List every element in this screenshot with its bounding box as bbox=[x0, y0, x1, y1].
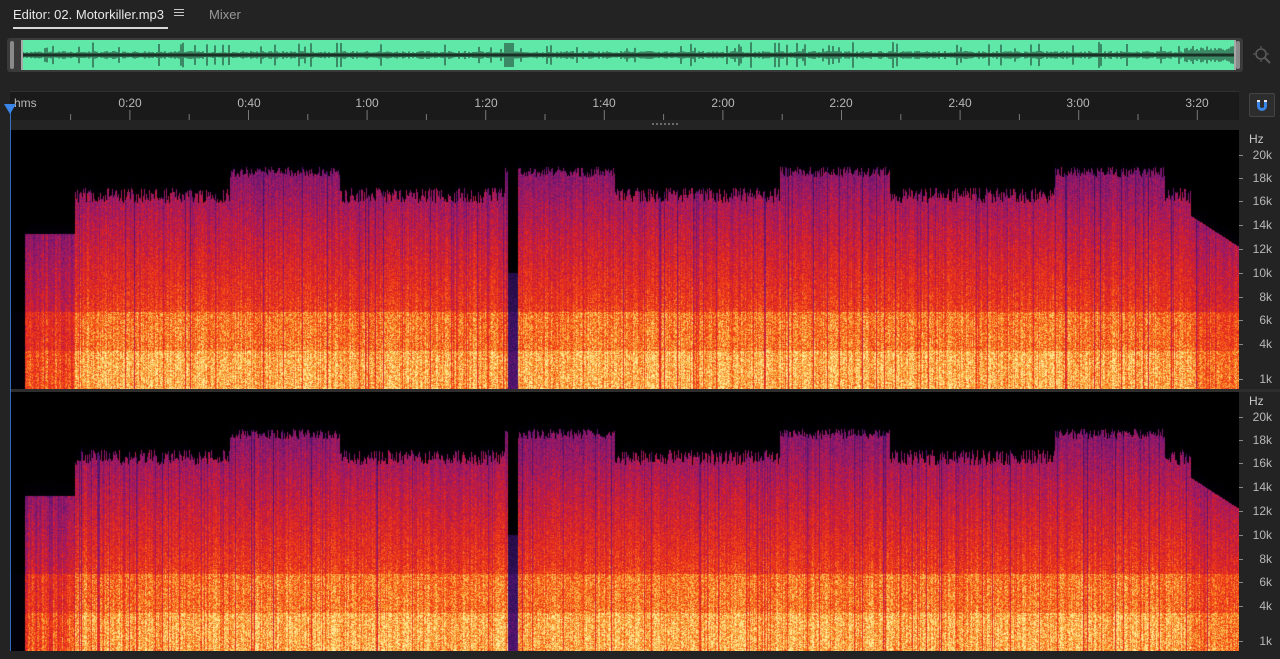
frequency-tick bbox=[1239, 249, 1243, 250]
frequency-tick bbox=[1239, 606, 1243, 607]
overview-right-handle[interactable] bbox=[1236, 41, 1240, 69]
frequency-label: 12k bbox=[1252, 504, 1272, 518]
frequency-label: 14k bbox=[1252, 218, 1272, 232]
frequency-label: 14k bbox=[1252, 480, 1272, 494]
hamburger-menu-icon[interactable] bbox=[174, 9, 184, 19]
overview-waveform bbox=[23, 42, 1234, 68]
ruler-mark: 1:40 bbox=[592, 96, 616, 110]
frequency-tick bbox=[1239, 344, 1243, 345]
ruler-mark: 0:20 bbox=[118, 96, 142, 110]
spectral-display-left-channel[interactable] bbox=[10, 130, 1239, 389]
frequency-label: 10k bbox=[1252, 528, 1272, 542]
time-ruler[interactable]: hms 0:20 0:40 1:00 1:20 1:40 2:00 2:20 2… bbox=[10, 91, 1239, 120]
frequency-label: 18k bbox=[1252, 433, 1272, 447]
tab-mixer[interactable]: Mixer bbox=[209, 7, 241, 27]
ruler-mark: 1:20 bbox=[474, 96, 498, 110]
ruler-mark: 3:20 bbox=[1185, 96, 1209, 110]
frequency-label: 1k bbox=[1259, 634, 1272, 648]
overview-viewport[interactable] bbox=[21, 40, 1236, 70]
frequency-tick bbox=[1239, 225, 1243, 226]
ruler-mark: 0:40 bbox=[237, 96, 261, 110]
ruler-mark: 2:00 bbox=[711, 96, 735, 110]
frequency-tick bbox=[1239, 559, 1243, 560]
frequency-label: 16k bbox=[1252, 194, 1272, 208]
frequency-tick bbox=[1239, 178, 1243, 179]
frequency-tick bbox=[1239, 417, 1243, 418]
frequency-unit-label: Hz bbox=[1249, 394, 1264, 408]
frequency-label: 8k bbox=[1259, 552, 1272, 566]
frequency-label: 18k bbox=[1252, 171, 1272, 185]
overview-left-handle[interactable] bbox=[10, 41, 14, 69]
frequency-label: 8k bbox=[1259, 290, 1272, 304]
frequency-tick bbox=[1239, 155, 1243, 156]
frequency-label: 6k bbox=[1259, 313, 1272, 327]
spectral-display-right-channel[interactable] bbox=[10, 392, 1239, 651]
frequency-tick bbox=[1239, 463, 1243, 464]
frequency-tick bbox=[1239, 379, 1243, 380]
bottom-bar bbox=[0, 651, 1280, 659]
frequency-scale-left: Hz 20k 18k 16k 14k 12k 10k 8k 6k 4k 1k bbox=[1239, 130, 1280, 389]
frequency-label: 4k bbox=[1259, 337, 1272, 351]
panel-resize-grip[interactable] bbox=[652, 122, 680, 126]
frequency-label: 16k bbox=[1252, 456, 1272, 470]
frequency-tick bbox=[1239, 320, 1243, 321]
frequency-label: 20k bbox=[1252, 410, 1272, 424]
frequency-tick bbox=[1239, 201, 1243, 202]
ruler-ticks bbox=[70, 110, 1198, 120]
frequency-tick bbox=[1239, 273, 1243, 274]
frequency-tick bbox=[1239, 297, 1243, 298]
frequency-tick bbox=[1239, 641, 1243, 642]
spectrogram-right bbox=[10, 392, 1239, 651]
frequency-tick bbox=[1239, 440, 1243, 441]
frequency-label: 4k bbox=[1259, 599, 1272, 613]
tab-editor[interactable]: Editor: 02. Motorkiller.mp3 bbox=[13, 7, 169, 29]
frequency-label: 12k bbox=[1252, 242, 1272, 256]
ruler-mark: 2:40 bbox=[948, 96, 972, 110]
frequency-scale-right: Hz 20k 18k 16k 14k 12k 10k 8k 6k 4k 1k bbox=[1239, 392, 1280, 651]
frequency-label: 6k bbox=[1259, 575, 1272, 589]
audio-editor-app: Editor: 02. Motorkiller.mp3 Mixer hms 0:… bbox=[0, 0, 1280, 659]
frequency-unit-label: Hz bbox=[1249, 132, 1264, 146]
zoom-icon[interactable] bbox=[1252, 45, 1274, 67]
ruler-mark: 3:00 bbox=[1066, 96, 1090, 110]
snap-button[interactable] bbox=[1249, 93, 1275, 117]
spectrogram-left bbox=[10, 130, 1239, 389]
frequency-label: 10k bbox=[1252, 266, 1272, 280]
playhead-line bbox=[10, 112, 11, 657]
frequency-label: 1k bbox=[1259, 372, 1272, 386]
frequency-tick bbox=[1239, 487, 1243, 488]
magnet-icon bbox=[1257, 100, 1267, 111]
overview-navigator[interactable] bbox=[7, 38, 1243, 72]
panel-tab-bar: Editor: 02. Motorkiller.mp3 Mixer bbox=[0, 0, 1280, 32]
ruler-mark: 1:00 bbox=[355, 96, 379, 110]
ruler-unit-label: hms bbox=[14, 96, 37, 110]
frequency-label: 20k bbox=[1252, 148, 1272, 162]
frequency-tick bbox=[1239, 535, 1243, 536]
frequency-tick bbox=[1239, 582, 1243, 583]
ruler-mark: 2:20 bbox=[829, 96, 853, 110]
frequency-tick bbox=[1239, 511, 1243, 512]
